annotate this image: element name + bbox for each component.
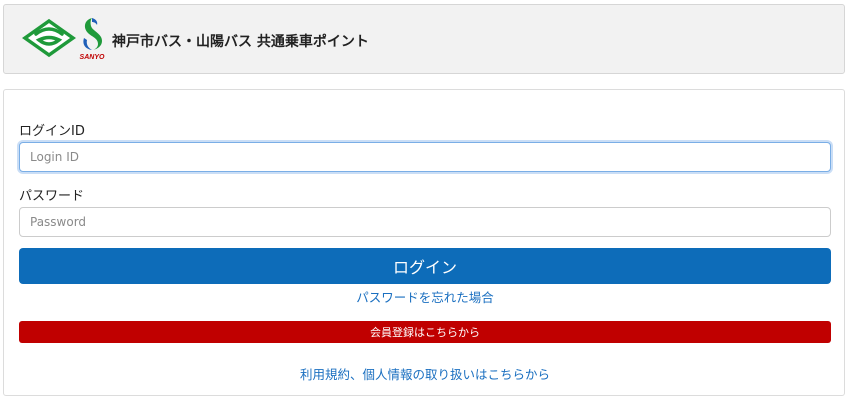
sanyo-logo-text: SANYO [80, 54, 105, 61]
page-title: 神戸市バス・山陽バス 共通乗車ポイント [112, 34, 369, 50]
sanyo-bus-logo-icon: SANYO [80, 18, 105, 61]
password-input[interactable] [19, 207, 831, 237]
login-form-panel: ログインID パスワード ログイン パスワードを忘れた場合 会員登録はこちらから… [3, 89, 845, 396]
login-button[interactable]: ログイン [19, 248, 831, 284]
kobe-city-logo-icon [22, 18, 76, 58]
login-id-label: ログインID [19, 124, 85, 139]
terms-privacy-link[interactable]: 利用規約、個人情報の取り扱いはこちらから [19, 364, 831, 383]
register-button[interactable]: 会員登録はこちらから [19, 321, 831, 343]
login-id-input[interactable] [19, 142, 831, 172]
password-label: パスワード [19, 189, 85, 204]
forgot-password-link[interactable]: パスワードを忘れた場合 [19, 287, 831, 306]
site-header: SANYO 神戸市バス・山陽バス 共通乗車ポイント [3, 4, 845, 74]
